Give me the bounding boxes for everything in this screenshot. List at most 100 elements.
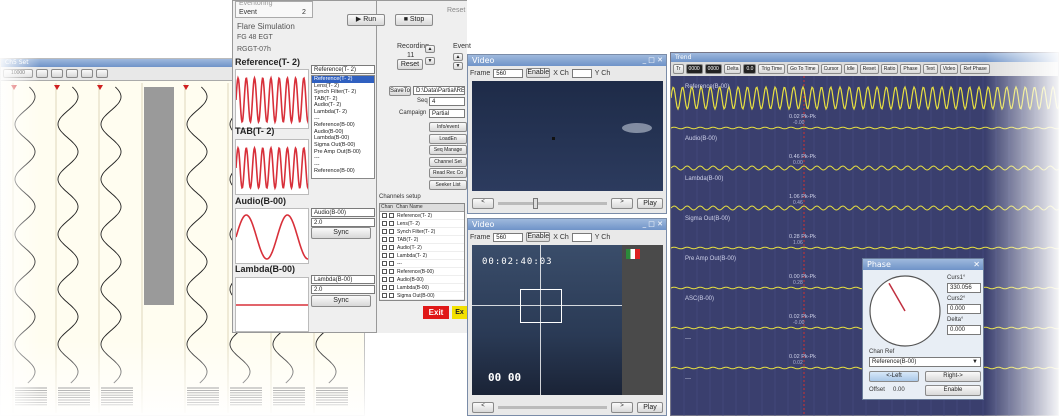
channel-list-item[interactable]: Synch Filter(T- 2) [312,89,374,96]
trend-toolbar-button[interactable]: Cursor [820,64,842,74]
channel-list-item[interactable]: --- [312,162,374,169]
channel-setup-row[interactable]: Lambda(B-00) [380,284,464,292]
checkbox[interactable] [389,293,394,298]
trend-toolbar-button[interactable]: Tr [673,64,684,74]
checkbox[interactable] [389,269,394,274]
video-slider[interactable] [498,197,607,209]
save-to-button[interactable]: SaveTo [389,86,411,96]
checkbox[interactable] [382,269,387,274]
trend-toolbar-button[interactable]: 0000 [685,64,703,74]
checkbox[interactable] [389,261,394,266]
curs1-field[interactable]: 330.056 [947,283,981,293]
channel-list-item[interactable]: Sigma Out(B-00) [312,142,374,149]
lambda-sync-button[interactable]: Sync [311,295,371,307]
trend-toolbar-button[interactable]: 0000 [704,64,722,74]
enable-button[interactable]: Enable [925,385,981,396]
channel-list-item[interactable]: Lens(T- 2) [312,83,374,90]
side-button[interactable]: Read Rec Co [429,168,467,178]
channel-setup-row[interactable]: Reference(B-00) [380,268,464,276]
channel-setup-row[interactable]: Reference(T- 2) [380,212,464,220]
channel-list-item[interactable]: Reference(T- 2) [312,76,374,83]
checkbox[interactable] [389,237,394,242]
x-channel-select[interactable] [571,68,592,78]
rewind-button[interactable]: < [472,401,494,413]
channel-list-item[interactable]: Audio(B-00) [312,129,374,136]
audio-range-select[interactable]: 2.0 [311,218,375,227]
channel-list-item[interactable]: Pre Amp Out(B-00) [312,149,374,156]
channel-setup-row[interactable]: Lens(T- 2) [380,220,464,228]
lambda-range-select[interactable]: 2.0 [311,285,375,294]
checkbox[interactable] [389,245,394,250]
toolbar-button[interactable] [81,69,93,78]
campaign-field[interactable]: Partial [429,109,465,118]
checkbox[interactable] [382,213,387,218]
checkbox[interactable] [389,221,394,226]
event-down-button[interactable]: ▼ [453,62,463,70]
trend-toolbar-button[interactable]: Reset [859,64,879,74]
event-up-button[interactable]: ▲ [453,53,463,61]
recording-reset-button[interactable]: Reset [397,59,423,70]
frame-field[interactable]: 560 [493,68,524,78]
trend-toolbar-button[interactable]: Ratio [880,64,899,74]
checkbox[interactable] [382,229,387,234]
checkbox[interactable] [382,253,387,258]
checkbox[interactable] [382,285,387,290]
trend-toolbar-button[interactable]: Phase [900,64,921,74]
side-button[interactable]: LoadEn [429,133,467,144]
ex-button[interactable]: Ex [452,306,467,319]
left-button[interactable]: <-Left [869,371,919,382]
recording-up-button[interactable]: ▲ [425,45,435,53]
save-path-field[interactable]: D:\Data\Partial\REG [413,86,465,95]
audio-select[interactable]: Audio(B-00) [311,208,375,217]
stop-button[interactable]: ■ Stop [395,14,433,26]
enable-button[interactable]: Enable [526,68,551,78]
channel-list-item[interactable]: Lambda(B-00) [312,135,374,142]
checkbox[interactable] [382,221,387,226]
forward-button[interactable]: > [611,401,633,413]
toolbar-button[interactable] [51,69,63,78]
channel-list-item[interactable]: --- [312,116,374,123]
play-button[interactable]: Play [637,197,663,209]
checkbox[interactable] [382,261,387,266]
reference-select[interactable]: Reference(T- 2) [311,65,375,74]
recording-down-button[interactable]: ▼ [425,57,435,65]
exit-button[interactable]: Exit [423,306,449,319]
trend-toolbar-button[interactable]: 0.0 [743,64,757,74]
slider-thumb[interactable] [533,197,538,209]
toolbar-button[interactable] [96,69,108,78]
forward-button[interactable]: > [611,197,633,209]
checkbox[interactable] [389,253,394,258]
channel-list-item[interactable]: --- [312,155,374,162]
rewind-button[interactable]: < [472,197,494,209]
channel-setup-row[interactable]: Synch Filter(T- 2) [380,228,464,236]
checkbox[interactable] [382,245,387,250]
channel-list-item[interactable]: Lambda(T- 2) [312,109,374,116]
right-button[interactable]: Right-> [925,371,981,382]
channel-setup-row[interactable]: TAB(T- 2) [380,236,464,244]
reference-channel-list[interactable]: Reference(T- 2) Lens(T- 2) Synch Filter(T-… [311,75,375,179]
side-button[interactable]: Seq Manage [429,145,467,155]
side-button[interactable]: Seeker List [429,179,467,190]
checkbox[interactable] [389,229,394,234]
window-controls[interactable]: _ □ ✕ [643,55,666,66]
channel-list-item[interactable]: Reference(B-00) [312,168,374,175]
checkbox[interactable] [382,293,387,298]
trend-toolbar-button[interactable]: Delta [723,64,742,74]
delta-field[interactable]: 0.000 [947,325,981,335]
side-button[interactable]: Info/event [429,122,467,132]
trend-toolbar-button[interactable]: Go To Time [787,64,819,74]
channel-setup-row[interactable]: Audio(T- 2) [380,244,464,252]
enable-button[interactable]: Enable [526,232,551,242]
lambda-select[interactable]: Lambda(B-00) [311,275,375,284]
window-controls[interactable]: _ □ ✕ [643,219,666,230]
checkbox[interactable] [382,237,387,242]
x-channel-select[interactable] [571,232,592,242]
side-button[interactable]: Channel Set [429,156,467,167]
channel-setup-row[interactable]: Sigma Out(B-00) [380,292,464,300]
curs2-field[interactable]: 0.000 [947,304,981,314]
channel-setup-row[interactable]: --- [380,260,464,268]
trend-toolbar-button[interactable]: Video [939,64,959,74]
channel-setup-row[interactable]: Lambda(T- 2) [380,252,464,260]
play-button[interactable]: Play [637,401,663,413]
channel-list-item[interactable]: Reference(B-00) [312,122,374,129]
